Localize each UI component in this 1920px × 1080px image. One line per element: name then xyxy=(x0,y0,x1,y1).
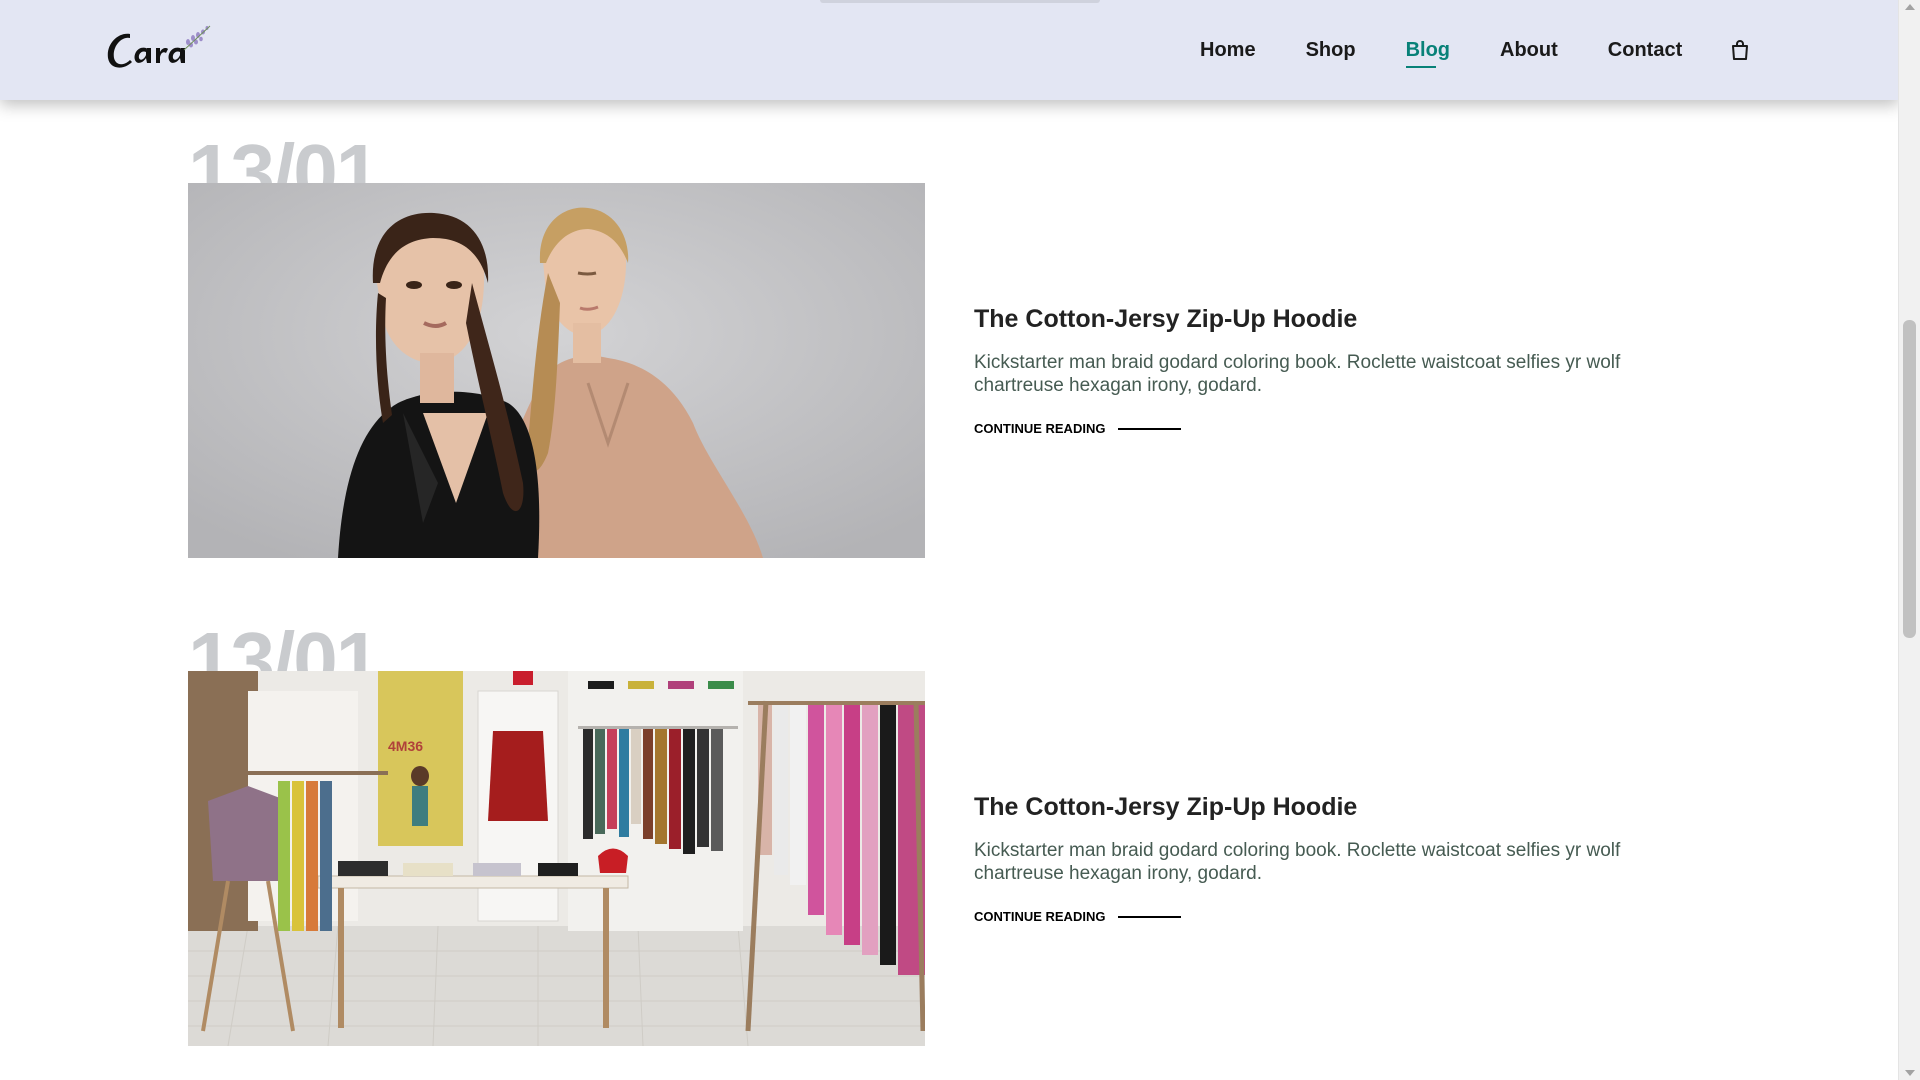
scrollbar-thumb[interactable] xyxy=(1903,320,1916,638)
continue-reading-line xyxy=(1118,427,1182,430)
shopping-bag-icon[interactable] xyxy=(1728,38,1752,62)
post-title[interactable]: The Cotton-Jersy Zip-Up Hoodie xyxy=(974,305,1357,334)
page-scrollbar[interactable] xyxy=(1898,0,1920,1080)
post-excerpt: Kickstarter man braid godard coloring bo… xyxy=(974,352,1621,396)
post-content: The Cotton-Jersy Zip-Up Hoodie Kickstart… xyxy=(974,671,1734,1046)
post-excerpt: Kickstarter man braid godard coloring bo… xyxy=(974,840,1621,884)
blog-post: 13/01 The Cotton-Jersy Zip-Up Hoodie Kic… xyxy=(188,133,1888,558)
nav-contact-link[interactable]: Contact xyxy=(1608,39,1682,62)
post-content: The Cotton-Jersy Zip-Up Hoodie Kickstart… xyxy=(974,183,1734,558)
post-title[interactable]: The Cotton-Jersy Zip-Up Hoodie xyxy=(974,793,1357,822)
blog-post: 13/01 4M36 The Cotton-Jersy Zip-Up Hoodi… xyxy=(188,621,1888,1046)
site-header: Home Shop Blog About Contact xyxy=(0,0,1899,100)
post-image-models[interactable] xyxy=(188,183,925,558)
nav-shop-link[interactable]: Shop xyxy=(1306,39,1356,62)
continue-reading-link[interactable]: CONTINUE READING xyxy=(974,421,1182,436)
scroll-up-arrow-icon[interactable] xyxy=(1905,4,1915,10)
scroll-down-arrow-icon[interactable] xyxy=(1905,1070,1915,1076)
continue-reading-line xyxy=(1118,915,1182,918)
nav-home-link[interactable]: Home xyxy=(1200,39,1256,62)
header-top-tab xyxy=(820,0,1100,3)
nav-blog-link[interactable]: Blog xyxy=(1405,39,1450,68)
continue-reading-label: CONTINUE READING xyxy=(974,421,1106,436)
continue-reading-label: CONTINUE READING xyxy=(974,909,1106,924)
cara-logo[interactable] xyxy=(100,18,230,82)
main-nav: Home Shop Blog About Contact xyxy=(1200,0,1752,100)
post-image-store[interactable]: 4M36 xyxy=(188,671,925,1046)
continue-reading-link[interactable]: CONTINUE READING xyxy=(974,909,1182,924)
store-sign-text: 4M36 xyxy=(388,738,423,754)
nav-about-link[interactable]: About xyxy=(1500,39,1558,62)
